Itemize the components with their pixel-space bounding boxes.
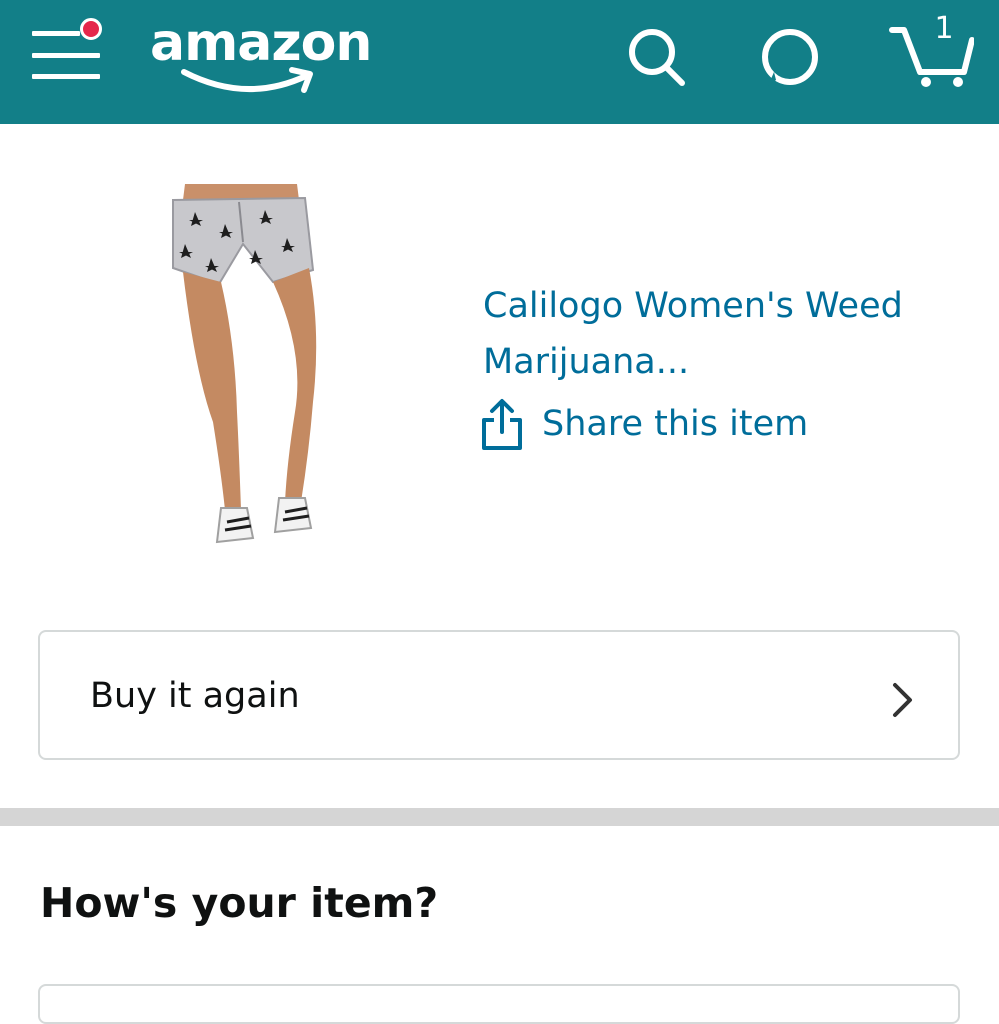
menu-bar [32, 53, 100, 58]
amazon-logo[interactable]: amazon [150, 8, 390, 98]
menu-bar [32, 74, 100, 79]
product-title-link[interactable]: Calilogo Women's Weed Marijuana... [483, 278, 973, 390]
chevron-right-icon [893, 683, 912, 717]
share-icon [482, 399, 522, 450]
smile-arrow-icon [181, 67, 313, 93]
menu-bar [32, 31, 80, 36]
cart-icon[interactable] [888, 16, 974, 88]
share-button[interactable]: Share this item [480, 392, 808, 456]
alexa-icon[interactable] [758, 24, 822, 88]
review-section-heading: How's your item? [40, 879, 439, 927]
section-divider [0, 808, 999, 826]
buy-it-again-button[interactable]: Buy it again [38, 630, 960, 760]
search-icon[interactable] [625, 24, 689, 88]
notification-dot-icon [80, 18, 102, 40]
hamburger-menu-button[interactable] [30, 18, 102, 82]
buy-it-again-label: Buy it again [90, 676, 300, 716]
product-image[interactable] [155, 172, 355, 582]
top-header: amazon 1 [0, 0, 999, 124]
review-card[interactable] [38, 984, 960, 1024]
cart-count-badge: 1 [934, 11, 954, 46]
share-label: Share this item [542, 404, 809, 444]
